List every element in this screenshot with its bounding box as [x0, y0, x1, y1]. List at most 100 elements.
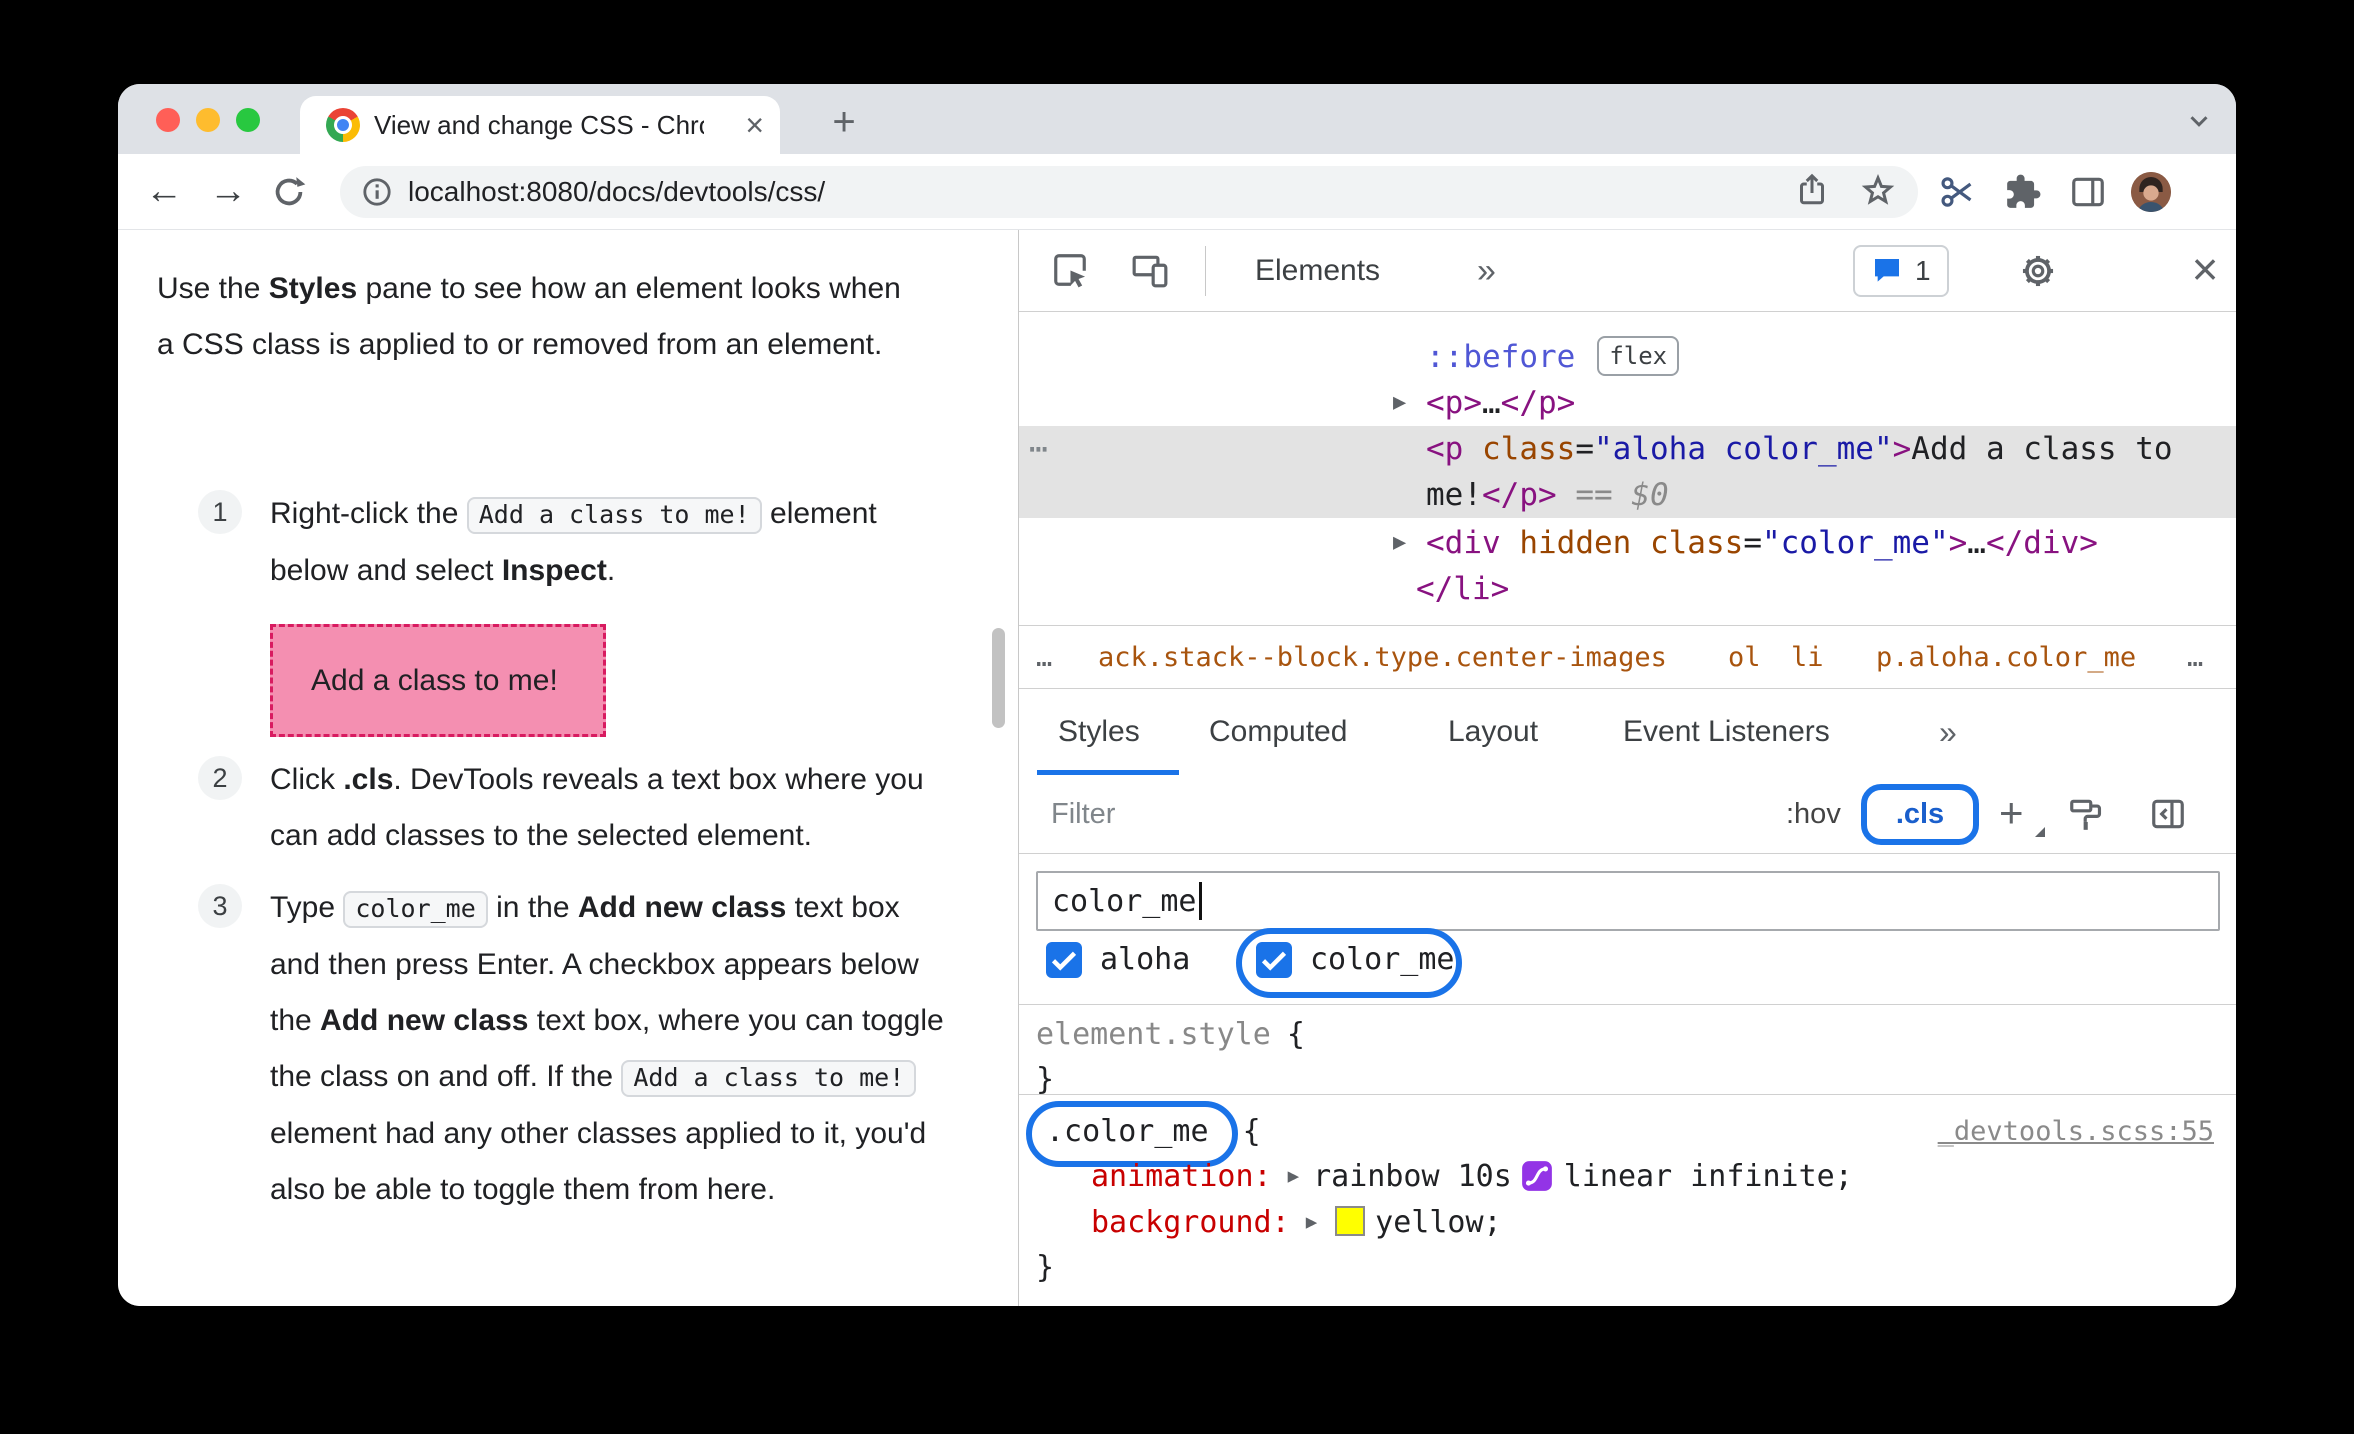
class-editor: color_me aloha color_me — [1019, 854, 2236, 1005]
tab-title: View and change CSS - Chrom — [374, 109, 704, 140]
paint-roller-icon[interactable] — [2067, 795, 2105, 838]
color-me-rule: .color_me{ _devtools.scss:55 animation: ▶… — [1019, 1095, 2236, 1306]
settings-gear-icon[interactable] — [2019, 252, 2057, 295]
intro-paragraph: Use the Styles pane to see how an elemen… — [157, 272, 901, 361]
device-toolbar-icon[interactable] — [1131, 251, 1169, 294]
new-tab-button[interactable]: + — [818, 98, 870, 150]
css-selector[interactable]: .color_me — [1046, 1114, 1209, 1149]
chat-bubble-icon — [1875, 259, 1899, 282]
toggle-class-editor-button[interactable]: .cls — [1896, 798, 1944, 831]
color-me-highlight-ring — [1236, 928, 1462, 998]
breadcrumb-item[interactable]: li — [1791, 626, 1824, 689]
docs-scrollbar-thumb[interactable] — [992, 628, 1005, 728]
breadcrumb-item-selected[interactable]: p.aloha.color_me — [1876, 626, 2136, 689]
rule-close-brace: } — [1036, 1250, 1055, 1285]
inspect-element-icon[interactable] — [1051, 251, 1089, 294]
dom-node-selected[interactable]: ⋯ <p class="aloha color_me">Add a class … — [1019, 426, 2236, 518]
tab-computed[interactable]: Computed — [1209, 689, 1347, 775]
tab-styles[interactable]: Styles — [1058, 689, 1140, 775]
class-label-aloha: aloha — [1100, 942, 1191, 977]
close-window-button[interactable] — [156, 108, 180, 132]
breadcrumb-overflow[interactable]: … — [2187, 626, 2203, 689]
text-caret — [1198, 882, 1202, 920]
toggle-hover-state-button[interactable]: :hov — [1786, 775, 1841, 854]
back-icon[interactable]: ← — [136, 154, 192, 230]
add-class-demo-element[interactable]: Add a class to me! — [270, 624, 606, 737]
expand-arrow-icon[interactable]: ▶ — [1393, 520, 1406, 566]
element-style-rule: element.style{ } — [1019, 1005, 2236, 1097]
step-3-text: Type color_me in the Add new class text … — [270, 891, 944, 1206]
close-tab-icon[interactable]: × — [745, 109, 764, 141]
minimize-window-button[interactable] — [196, 108, 220, 132]
step-1-text: Right-click the Add a class to me! eleme… — [270, 497, 877, 587]
devtools-toolbar: Elements » 1 × — [1019, 230, 2236, 312]
breadcrumb-overflow[interactable]: … — [1036, 626, 1052, 689]
share-icon[interactable] — [1794, 172, 1830, 213]
inline-code: color_me — [343, 891, 488, 928]
breadcrumb-item[interactable]: ol — [1728, 626, 1761, 689]
color-swatch[interactable] — [1335, 1206, 1366, 1236]
extensions-puzzle-icon[interactable] — [2004, 173, 2042, 216]
inline-code: Add a class to me! — [466, 497, 762, 534]
flex-badge[interactable]: flex — [1597, 336, 1680, 376]
profile-avatar[interactable] — [2131, 172, 2171, 212]
step-number: 1 — [198, 490, 242, 534]
browser-window: View and change CSS - Chrom × + ← → loca… — [118, 84, 2236, 1306]
browser-toolbar: ← → localhost:8080/docs/devtools/css/ — [118, 154, 2236, 230]
selected-node-line-1: <p class="aloha color_me">Add a class to — [1426, 431, 2173, 467]
class-checkbox-aloha[interactable] — [1046, 942, 1082, 978]
disclosure-arrow-icon: ▶ — [1305, 1211, 1318, 1233]
reload-icon[interactable] — [270, 173, 308, 216]
filter-input[interactable]: Filter — [1051, 775, 1115, 854]
tab-event-listeners[interactable]: Event Listeners — [1623, 689, 1830, 775]
forward-icon[interactable]: → — [200, 154, 256, 230]
devtools-pane: Elements » 1 × ::before flex ▶ <p>…</p> ⋯ — [1018, 230, 2236, 1306]
rule-selector-line: .color_me{ — [1046, 1114, 1261, 1149]
tab-strip: View and change CSS - Chrom × + — [118, 84, 2236, 154]
zoom-window-button[interactable] — [236, 108, 260, 132]
dom-node-before-pseudo[interactable]: ::before flex — [1426, 334, 1680, 380]
cls-highlight-ring: .cls — [1861, 784, 1979, 845]
step-2-text: Click .cls. DevTools reveals a text box … — [270, 763, 924, 852]
url-text: localhost:8080/docs/devtools/css/ — [408, 176, 826, 207]
page-content: Use the Styles pane to see how an elemen… — [118, 230, 2236, 1306]
inline-code: Add a class to me! — [621, 1060, 917, 1097]
styles-filter-bar: Filter :hov .cls + — [1019, 775, 2236, 854]
tab-elements[interactable]: Elements — [1255, 230, 1380, 312]
step-number: 2 — [198, 756, 242, 800]
site-info-icon[interactable] — [360, 175, 394, 209]
browser-tab[interactable]: View and change CSS - Chrom × — [300, 96, 780, 154]
new-style-rule-button[interactable]: + — [1999, 775, 2024, 854]
scissors-extension-icon[interactable] — [1938, 173, 1976, 216]
add-class-input[interactable]: color_me — [1036, 871, 2220, 931]
checkmark-icon — [1051, 951, 1077, 971]
expand-arrow-icon[interactable]: ▶ — [1393, 380, 1406, 426]
element-style-selector: element.style{ — [1036, 1017, 1305, 1052]
add-class-input-value: color_me — [1052, 883, 1197, 919]
bezier-editor-icon[interactable] — [1520, 1161, 1554, 1201]
dom-breadcrumbs: … ack.stack--block.type.center-images ol… — [1019, 625, 2236, 688]
more-panels-icon[interactable]: » — [1477, 230, 1496, 312]
chrome-favicon-icon — [326, 108, 360, 142]
background-declaration[interactable]: background: ▶ yellow; — [1091, 1199, 1502, 1246]
close-devtools-icon[interactable]: × — [2177, 230, 2233, 312]
sidebar-toggle-icon[interactable] — [2149, 795, 2187, 838]
breadcrumb-item[interactable]: ack.stack--block.type.center-images — [1098, 626, 1667, 689]
chevron-down-icon[interactable] — [2184, 106, 2214, 141]
new-rule-dropdown-triangle[interactable] — [2035, 827, 2045, 837]
side-panel-icon[interactable] — [2069, 173, 2107, 216]
address-bar[interactable]: localhost:8080/docs/devtools/css/ — [340, 166, 1918, 218]
node-overflow-icon[interactable]: ⋯ — [1029, 426, 1048, 472]
source-file-link[interactable]: _devtools.scss:55 — [1938, 1109, 2214, 1155]
dom-node-p-collapsed[interactable]: <p>…</p> — [1426, 380, 1575, 426]
tab-layout[interactable]: Layout — [1448, 689, 1538, 775]
messages-count: 1 — [1915, 255, 1931, 286]
styles-tab-bar: Styles Computed Layout Event Listeners » — [1019, 688, 2236, 775]
more-tabs-icon[interactable]: » — [1939, 689, 1957, 775]
dom-node-div-hidden[interactable]: <div hidden class="color_me">…</div> — [1426, 520, 2098, 566]
console-messages-button[interactable]: 1 — [1853, 245, 1949, 297]
selected-node-line-2: me!</p> == $0 — [1426, 477, 1669, 513]
dom-node-li-close[interactable]: </li> — [1416, 566, 1509, 612]
step-number: 3 — [198, 884, 242, 928]
bookmark-star-icon[interactable] — [1860, 172, 1896, 213]
